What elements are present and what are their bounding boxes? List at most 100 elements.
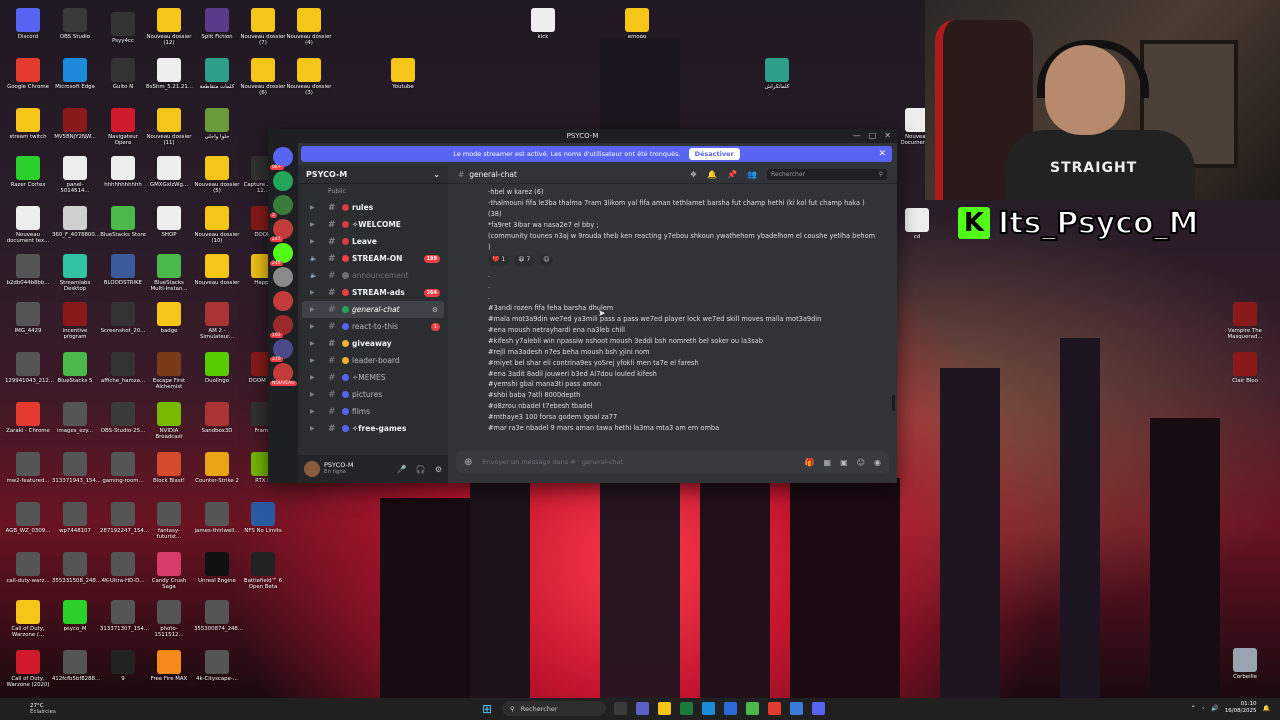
taskbar-app-icon[interactable]	[746, 702, 759, 715]
server-icon[interactable]: 370	[270, 339, 293, 362]
close-window-icon[interactable]: ✕	[884, 131, 891, 140]
desktop-icon[interactable]: Google Chrome	[5, 58, 51, 90]
server-icon[interactable]: 247	[270, 219, 293, 242]
desktop-icon[interactable]: stream twitch	[5, 108, 51, 140]
taskbar-app-icon[interactable]	[768, 702, 781, 715]
desktop-icon[interactable]: GMXGxlzWg...	[146, 156, 192, 188]
taskbar-search[interactable]: ⚲ Rechercher	[502, 701, 606, 716]
desktop-icon[interactable]: Candy Crush Saga	[146, 552, 192, 590]
desktop-icon[interactable]: Nouveau dossier (3)	[286, 58, 332, 96]
desktop-icon[interactable]: كلمات متقاطعة	[194, 58, 240, 90]
windows-start-icon[interactable]: ⊞	[482, 703, 494, 715]
desktop-icon[interactable]: Corbeille	[1222, 648, 1268, 680]
channel-category[interactable]: Public	[298, 184, 448, 199]
close-notice-icon[interactable]: ✕	[878, 149, 886, 159]
clock[interactable]: 01:10 16/08/2025	[1225, 701, 1257, 715]
desktop-icon[interactable]: Zaraki - Chrome	[5, 402, 51, 434]
server-icon[interactable]: 193	[270, 315, 293, 338]
desktop-icon[interactable]: Nouveau dossier (7)	[240, 8, 286, 46]
desktop-icon[interactable]: james-thirlwell...	[194, 502, 240, 534]
desktop-icon[interactable]: Youtube	[380, 58, 426, 90]
desktop-icon[interactable]: AGB_WZ_0309...	[5, 502, 51, 534]
desktop-icon[interactable]: AM 2 - Simulateur...	[194, 302, 240, 340]
server-icon[interactable]: NOUVEAU	[270, 363, 297, 386]
channel-item[interactable]: ▶ # react-to-this 1	[298, 318, 448, 335]
desktop-icon[interactable]: Nouveau dossier	[194, 254, 240, 286]
add-attachment-icon[interactable]: ⊕	[464, 457, 472, 468]
desktop-icon[interactable]: panel-5014514...	[52, 156, 98, 194]
desktop-icon[interactable]: Screenshot_20...	[100, 302, 146, 334]
reaction-chip[interactable]: 😆 7	[514, 255, 535, 267]
desktop-icon[interactable]: affiche_hamza...	[100, 352, 146, 384]
desktop-icon[interactable]: kick	[520, 8, 566, 40]
desktop-icon[interactable]: Battlefield™ 6 Open Beta	[240, 552, 286, 590]
maximize-icon[interactable]: □	[869, 131, 877, 140]
desktop-icon[interactable]: images_ezy...	[52, 402, 98, 434]
desktop-icon[interactable]: Unreal Engine	[194, 552, 240, 584]
taskbar-app-icon[interactable]	[658, 702, 671, 715]
desktop-icon[interactable]: OBS-Studio-25...	[100, 402, 146, 434]
desktop-icon[interactable]: Counter-Strike 2	[194, 452, 240, 484]
weather-widget[interactable]: 27°C Éclaircies	[30, 703, 56, 715]
desktop-icon[interactable]: Split Fiction	[194, 8, 240, 40]
desktop-icon[interactable]: 360_F_4078800...	[52, 206, 100, 238]
desktop-icon[interactable]: Block Blast!	[146, 452, 192, 484]
desktop-icon[interactable]: MV5BNjY2NW...	[52, 108, 98, 140]
taskbar-app-icon[interactable]	[724, 702, 737, 715]
channel-item[interactable]: ▶ # rules	[298, 199, 448, 216]
reaction-chip[interactable]: ❤️ 1	[488, 255, 510, 267]
gear-icon[interactable]: ⚙	[435, 465, 442, 474]
desktop-icon[interactable]: 4k-Cityscape-...	[194, 650, 240, 682]
pin-icon[interactable]: 📌	[727, 170, 737, 179]
channel-item[interactable]: ▶ # ✧MEMES	[298, 369, 448, 386]
taskbar-app-icon[interactable]	[702, 702, 715, 715]
desktop-icon[interactable]: BlueStacks Multi-Instan...	[146, 254, 192, 292]
bell-icon[interactable]: 🔔	[707, 170, 717, 179]
server-icon[interactable]: 2	[270, 195, 293, 218]
desktop-icon[interactable]: Nouveau dossier (11)	[146, 108, 192, 146]
disable-streamer-button[interactable]: Désactiver	[688, 148, 740, 160]
notification-bell-icon[interactable]: 🔔	[1263, 705, 1270, 712]
desktop-icon[interactable]: Vampire The Masquerad...	[1222, 302, 1268, 340]
desktop-icon[interactable]: 313371943_154...	[52, 452, 101, 484]
desktop-icon[interactable]: incentive program	[52, 302, 98, 340]
chevron-down-icon[interactable]: ⌄	[433, 170, 440, 179]
desktop-icon[interactable]: Navigateur Opera	[100, 108, 146, 146]
desktop-icon[interactable]: 355300874_248...	[194, 600, 243, 632]
desktop-icon[interactable]: Streamlabs Desktop	[52, 254, 98, 292]
server-icon[interactable]	[273, 171, 293, 191]
taskbar-app-icon[interactable]	[812, 702, 825, 715]
headphones-icon[interactable]: 🎧	[416, 465, 426, 474]
minimize-icon[interactable]: —	[853, 131, 861, 140]
desktop-icon[interactable]: Nouveau dossier (5)	[194, 156, 240, 194]
taskbar-app-icon[interactable]	[614, 702, 627, 715]
emoji-icon[interactable]: ☺	[857, 458, 865, 467]
channel-item[interactable]: ▶ # STREAM-ads 264	[298, 284, 448, 301]
desktop-icon[interactable]: IMG_4429	[5, 302, 51, 334]
channel-item[interactable]: ▶ # giveaway	[298, 335, 448, 352]
members-icon[interactable]: 👥	[747, 170, 757, 179]
desktop-icon[interactable]: NVIDIA Broadcast	[146, 402, 192, 440]
desktop-icon[interactable]: BLOODSTRIKE	[100, 254, 146, 286]
channel-item[interactable]: ▶ # general-chat ⚙	[302, 301, 444, 318]
desktop-icon[interactable]: fantasy-futurist...	[146, 502, 192, 540]
desktop-icon[interactable]: cd	[894, 208, 940, 240]
desktop-icon[interactable]: Call of Duty, Warzone (2020)	[5, 650, 51, 688]
desktop-icon[interactable]: photo-1511512...	[146, 600, 192, 638]
channel-item[interactable]: ▶ # ✧WELCOME	[298, 216, 448, 233]
desktop-icon[interactable]: Razer Cortex	[5, 156, 51, 188]
desktop-icon[interactable]: Nouveau document tex...	[5, 206, 51, 244]
desktop-icon[interactable]: mw2-featured...	[5, 452, 51, 484]
server-icon[interactable]	[273, 267, 293, 287]
server-icon[interactable]: 249	[270, 243, 293, 266]
desktop-icon[interactable]: Nouveau dossier (6)	[240, 58, 286, 96]
desktop-icon[interactable]: emooo	[614, 8, 660, 40]
volume-icon[interactable]: 🔊	[1211, 705, 1218, 712]
search-input[interactable]: Rechercher ⚲	[767, 168, 887, 180]
desktop-icon[interactable]: Nouveau dossier (4)	[286, 8, 332, 46]
channel-item[interactable]: ▶ # pictures	[298, 386, 448, 403]
channel-item[interactable]: ▶ # leader-board	[298, 352, 448, 369]
desktop-icon[interactable]: NFS No Limits	[240, 502, 286, 534]
taskbar-app-icon[interactable]	[636, 702, 649, 715]
chat-scrollbar[interactable]	[892, 395, 895, 411]
